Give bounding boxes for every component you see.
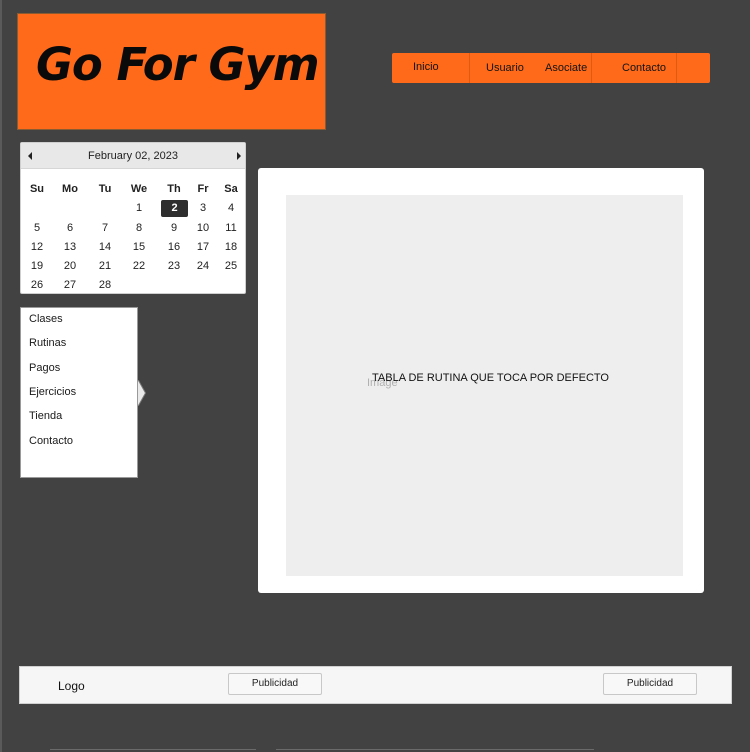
calendar-day[interactable]: 24 — [190, 258, 216, 274]
sidemenu-item-contacto[interactable]: Contacto — [29, 435, 73, 447]
sidemenu-item-clases[interactable]: Clases — [29, 313, 63, 325]
ad-right-button[interactable]: Publicidad — [603, 673, 697, 695]
triangle-right-icon[interactable] — [237, 152, 241, 160]
sidemenu-item-ejercicios[interactable]: Ejercicios — [29, 386, 76, 398]
calendar-day[interactable]: 3 — [190, 200, 216, 216]
main-content-panel: Image TABLA DE RUTINA QUE TOCA POR DEFEC… — [258, 168, 704, 593]
nav-contacto-link[interactable]: Contacto — [622, 62, 666, 74]
calendar-day[interactable]: 5 — [24, 220, 50, 236]
nav-separator — [591, 53, 592, 83]
ad-left-button[interactable]: Publicidad — [228, 673, 322, 695]
calendar-day-selected[interactable]: 2 — [161, 200, 188, 217]
calendar-day[interactable]: 13 — [57, 239, 83, 255]
calendar-day[interactable]: 1 — [126, 200, 152, 216]
nav-inicio-link[interactable]: Inicio — [413, 61, 439, 73]
calendar-day[interactable]: 8 — [126, 220, 152, 236]
bottom-divider — [50, 749, 256, 750]
sidemenu-item-pagos[interactable]: Pagos — [29, 362, 60, 374]
calendar-day[interactable]: 27 — [57, 277, 83, 293]
calendar-day[interactable]: 20 — [57, 258, 83, 274]
calendar-day[interactable]: 26 — [24, 277, 50, 293]
calendar-day[interactable]: 25 — [218, 258, 244, 274]
calendar-day[interactable]: 22 — [126, 258, 152, 274]
calendar-weekday: Su — [29, 183, 45, 195]
calendar-day[interactable]: 17 — [190, 239, 216, 255]
bottom-divider — [276, 749, 594, 750]
top-nav-bar: Inicio Usuario Asociate Contacto — [392, 53, 710, 83]
sidemenu-item-tienda[interactable]: Tienda — [29, 410, 62, 422]
calendar-weekday: Sa — [224, 183, 238, 195]
calendar-day[interactable]: 9 — [161, 220, 187, 236]
calendar-day[interactable]: 16 — [161, 239, 187, 255]
calendar-weekday: We — [130, 183, 148, 195]
nav-usuario-link[interactable]: Usuario — [486, 62, 524, 74]
calendar-weekday: Mo — [62, 183, 78, 195]
routine-image-placeholder: Image TABLA DE RUTINA QUE TOCA POR DEFEC… — [286, 195, 683, 576]
nav-separator — [676, 53, 677, 83]
calendar-day[interactable]: 11 — [218, 220, 244, 236]
sidemenu-item-rutinas[interactable]: Rutinas — [29, 337, 66, 349]
calendar-day[interactable]: 12 — [24, 239, 50, 255]
calendar-day[interactable]: 23 — [161, 258, 187, 274]
calendar-header: February 02, 2023 — [21, 143, 245, 169]
calendar-day[interactable]: 7 — [92, 220, 118, 236]
logo-banner: Go For Gym — [17, 13, 326, 130]
calendar-day[interactable]: 19 — [24, 258, 50, 274]
calendar-day[interactable]: 6 — [57, 220, 83, 236]
brand-logo-text: Go For Gym — [36, 38, 320, 91]
nav-asociate-link[interactable]: Asociate — [545, 62, 587, 74]
calendar-title: February 02, 2023 — [88, 150, 178, 162]
calendar-day[interactable]: 14 — [92, 239, 118, 255]
calendar-day[interactable]: 28 — [92, 277, 118, 293]
footer-logo: Logo — [58, 679, 85, 693]
window-edge — [0, 0, 2, 752]
calendar-day[interactable]: 15 — [126, 239, 152, 255]
calendar-weekday: Fr — [197, 183, 209, 195]
calendar-day[interactable]: 18 — [218, 239, 244, 255]
default-routine-caption: TABLA DE RUTINA QUE TOCA POR DEFECTO — [372, 372, 609, 384]
date-picker-calendar: February 02, 2023 Su Mo Tu We Th Fr Sa 1 2 3 4 5 6 7 8… — [20, 142, 246, 294]
calendar-weekday: Th — [167, 183, 181, 195]
nav-separator — [469, 53, 470, 83]
calendar-weekday: Tu — [98, 183, 112, 195]
calendar-day[interactable]: 21 — [92, 258, 118, 274]
calendar-day[interactable]: 10 — [190, 220, 216, 236]
footer-bar: Logo Publicidad Publicidad — [19, 666, 732, 704]
calendar-day[interactable]: 4 — [218, 200, 244, 216]
